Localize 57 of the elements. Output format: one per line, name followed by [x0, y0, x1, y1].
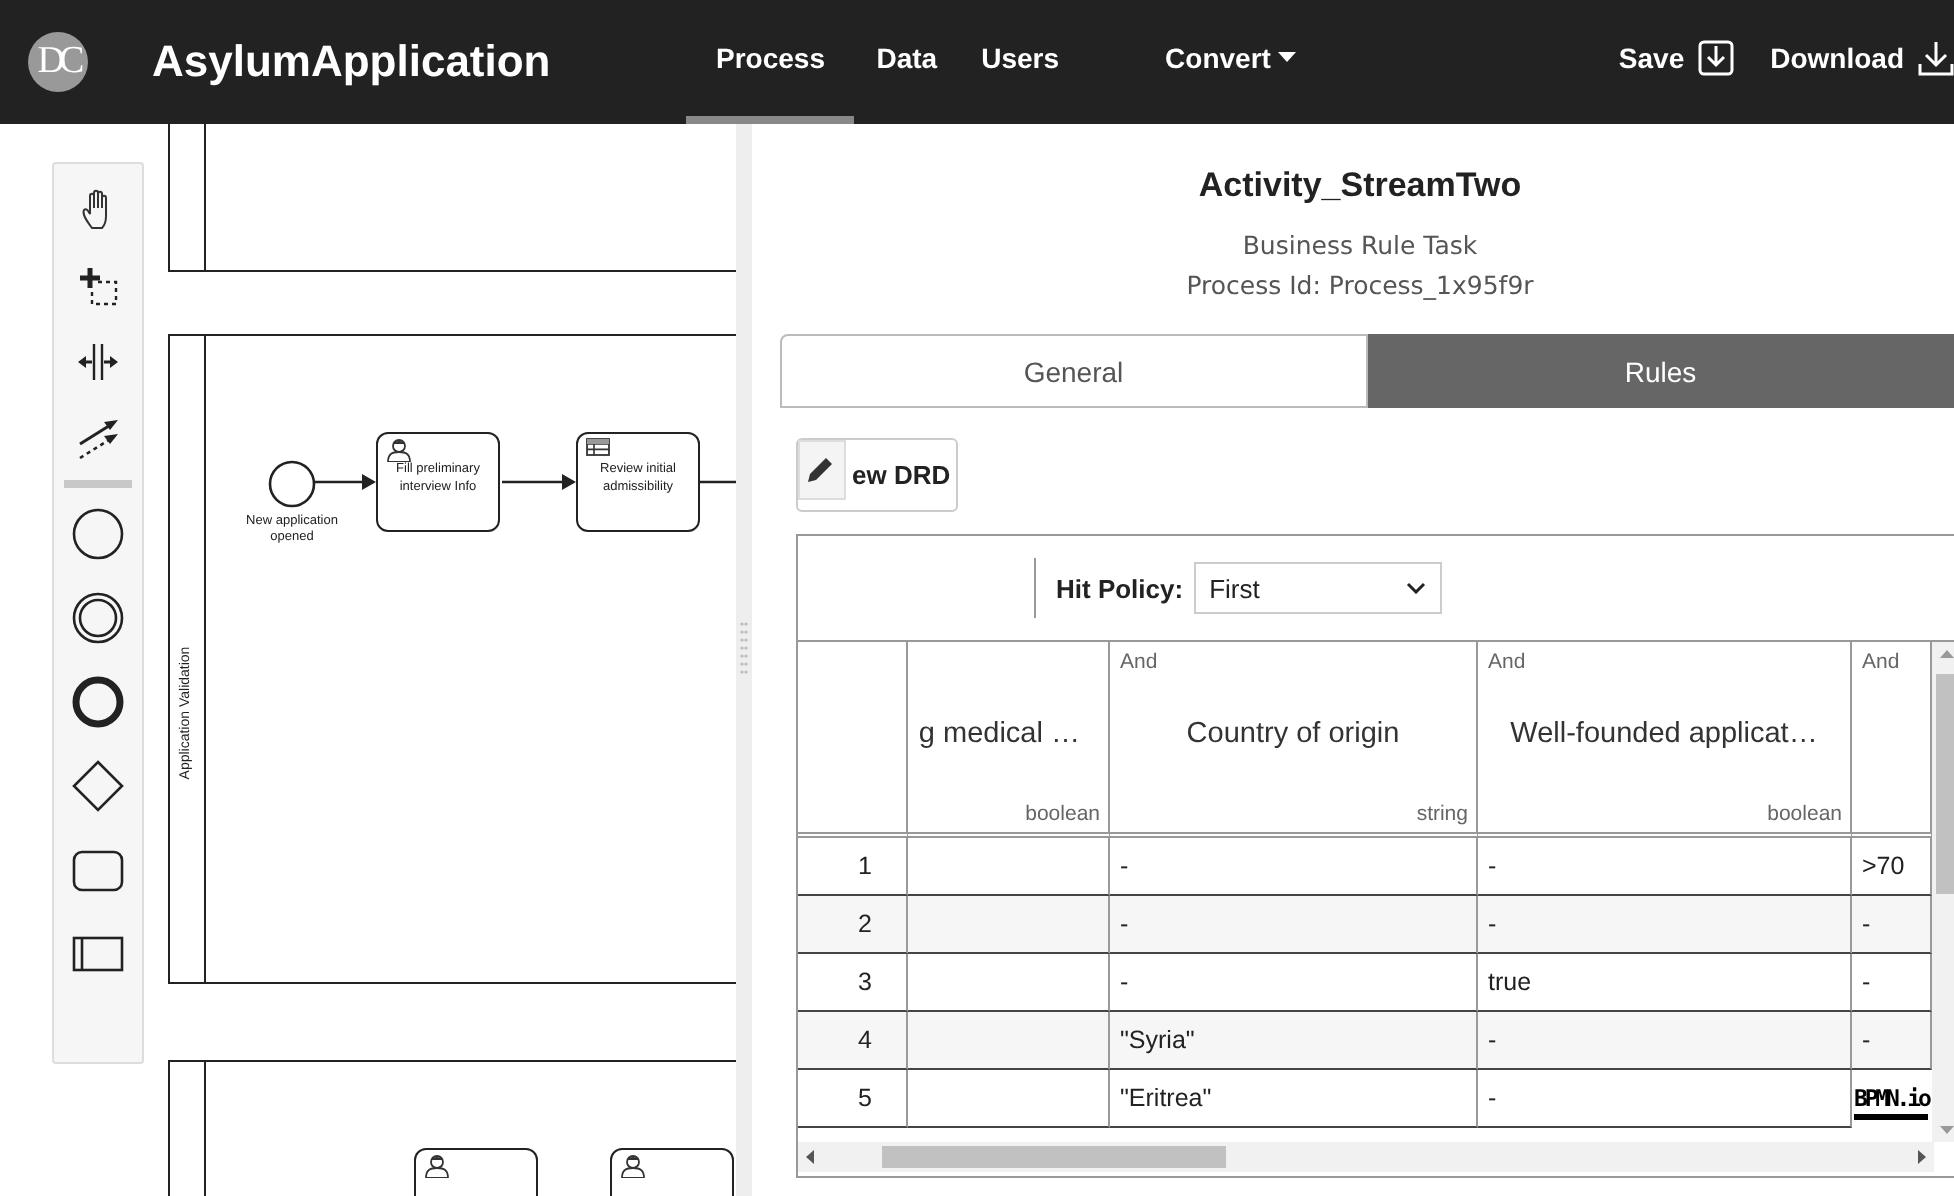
space-tool-icon[interactable]	[76, 340, 120, 384]
download-button[interactable]: Download	[1762, 0, 1954, 124]
download-icon	[1918, 40, 1954, 76]
logo-icon: DC	[28, 32, 88, 92]
type-label: boolean	[1767, 802, 1842, 826]
lasso-tool-icon[interactable]	[76, 264, 120, 308]
combinator-label: And	[1120, 650, 1158, 674]
process-id: Process Id: Process_1x95f9r	[1184, 268, 1536, 304]
table-cell[interactable]: "Eritrea"	[1110, 1070, 1478, 1128]
table-cell[interactable]	[908, 1012, 1110, 1070]
hit-policy-select[interactable]: First	[1193, 562, 1442, 614]
start-event-icon[interactable]	[72, 508, 124, 560]
column-header[interactable]: g medical …	[908, 718, 1080, 750]
nav-tab[interactable]: Process	[686, 0, 855, 124]
convert-menu[interactable]: Convert	[1143, 0, 1319, 124]
chevron-down-icon	[1405, 582, 1426, 594]
user-icon	[386, 438, 412, 462]
intermediate-event-icon[interactable]	[72, 592, 124, 644]
type-label: boolean	[1025, 802, 1100, 826]
row-number: 2	[798, 896, 908, 954]
horizontal-scrollbar[interactable]	[798, 1142, 1934, 1172]
save-button[interactable]: Save	[1610, 0, 1743, 124]
column-header[interactable]: Well-founded applicat…	[1478, 718, 1850, 750]
type-label: string	[1416, 802, 1468, 826]
column-header[interactable]: Country of origin	[1110, 718, 1476, 750]
gateway-icon[interactable]	[72, 760, 124, 812]
table-cell[interactable]: "Syria"	[1110, 1012, 1478, 1070]
table-cell[interactable]: -	[1852, 896, 1932, 954]
combinator-label: And	[1488, 650, 1526, 674]
table-cell[interactable]	[908, 1070, 1110, 1128]
user-icon	[620, 1154, 646, 1178]
row-number: 5	[798, 1070, 908, 1128]
save-icon	[1698, 40, 1735, 76]
table-cell[interactable]: -	[1478, 1012, 1852, 1070]
table-cell[interactable]: -	[1852, 1012, 1932, 1070]
user-icon	[424, 1154, 450, 1178]
view-drd-button[interactable]: ew DRD	[796, 438, 958, 512]
end-event-icon[interactable]	[72, 676, 124, 728]
table-cell[interactable]: -	[1110, 896, 1478, 954]
element-title: Activity_StreamTwo	[1196, 166, 1524, 206]
hit-policy-label: Hit Policy:	[1056, 573, 1184, 603]
table-icon	[586, 438, 610, 456]
table-cell[interactable]: -	[1478, 896, 1852, 954]
panel-tab[interactable]: General	[780, 334, 1367, 408]
nav-tab[interactable]: Users	[959, 0, 1082, 124]
start-event	[268, 460, 316, 508]
table-cell[interactable]	[908, 896, 1110, 954]
row-number: 4	[798, 1012, 908, 1070]
nav-tab[interactable]: Data	[854, 0, 960, 124]
connect-tool-icon[interactable]	[76, 416, 120, 460]
app-title: AsylumApplication	[152, 36, 551, 88]
pencil-icon[interactable]	[798, 440, 846, 500]
element-type: Business Rule Task	[1240, 228, 1480, 264]
caret-icon	[1278, 52, 1297, 64]
vertical-scrollbar[interactable]	[1932, 642, 1954, 1142]
combinator-label: And	[1862, 650, 1900, 674]
panel-tab[interactable]: Rules	[1367, 334, 1954, 408]
